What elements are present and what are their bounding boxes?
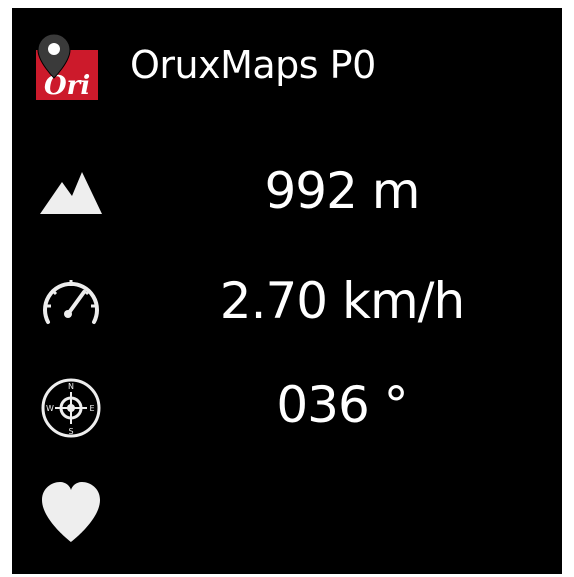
heart-icon: [38, 480, 104, 546]
compass-icon: N S W E: [38, 374, 104, 440]
watch-screen: Ori OruxMaps P0 992 m 2.70 km/h N S W E …: [12, 8, 562, 574]
oruxmaps-logo-icon[interactable]: Ori: [34, 34, 100, 100]
heart-rate-row[interactable]: [12, 464, 562, 564]
speedometer-icon: [38, 270, 104, 336]
mountain-icon: [38, 160, 104, 226]
compass-letter-s: S: [68, 427, 73, 436]
compass-letter-w: W: [46, 404, 54, 413]
altitude-row[interactable]: 992 m: [12, 144, 562, 244]
speed-value: 2.70 km/h: [219, 272, 465, 330]
app-header: Ori OruxMaps P0: [12, 8, 562, 108]
heading-row[interactable]: N S W E 036 °: [12, 358, 562, 458]
speed-row[interactable]: 2.70 km/h: [12, 254, 562, 354]
app-title: OruxMaps P0: [130, 43, 376, 87]
compass-letter-e: E: [89, 404, 94, 413]
heading-value: 036 °: [276, 376, 408, 434]
compass-letter-n: N: [68, 382, 74, 391]
altitude-value: 992 m: [264, 162, 420, 220]
